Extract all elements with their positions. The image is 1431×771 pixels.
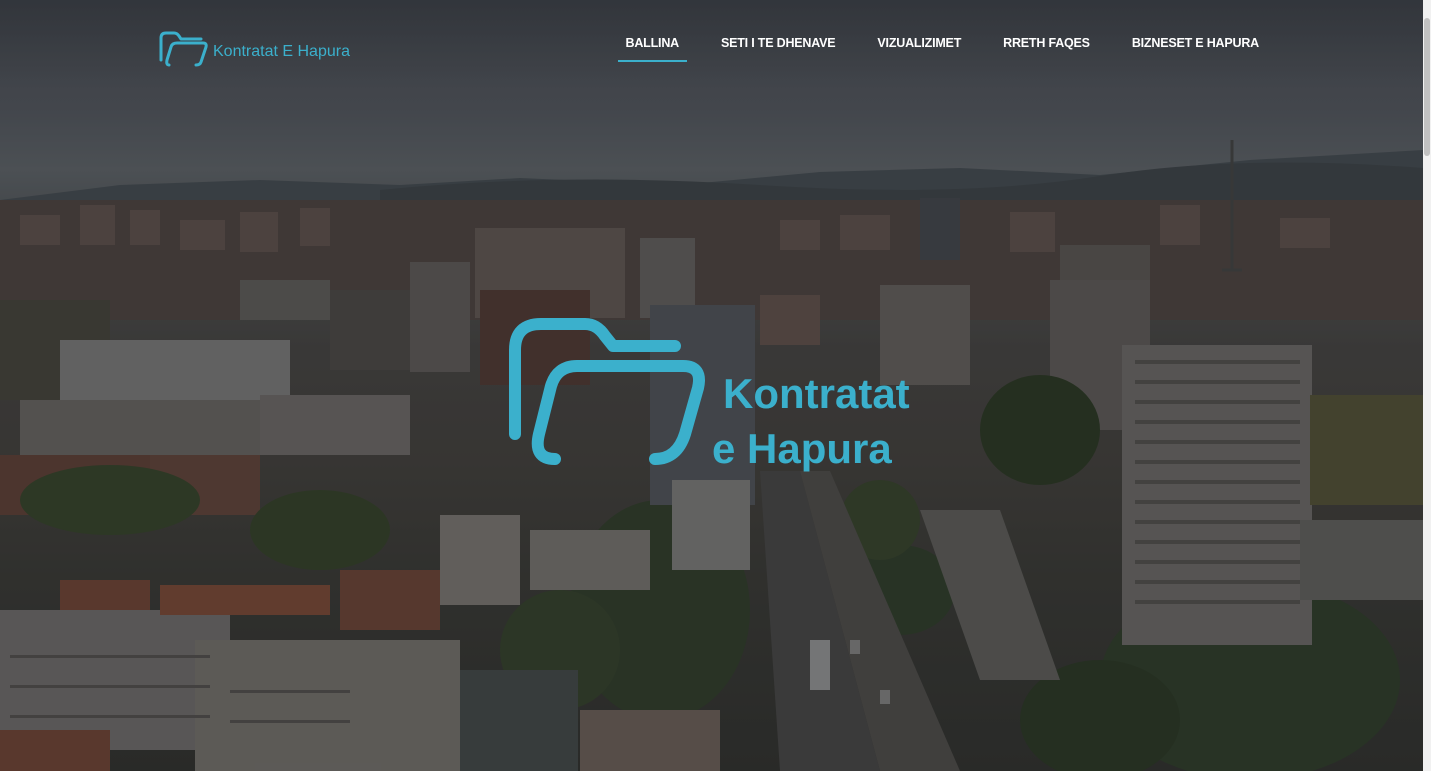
- brand-name: Kontratat E Hapura: [213, 42, 350, 60]
- hero-title-line2: e Hapura: [712, 425, 892, 472]
- hero-title: Kontratat e Hapura: [712, 366, 910, 476]
- page-scrollbar[interactable]: [1423, 0, 1431, 771]
- hero-folder-icon: [505, 316, 705, 471]
- brand-logo[interactable]: Kontratat E Hapura: [157, 30, 350, 73]
- nav-item-seti-i-te-dhenave[interactable]: SETI I TE DHENAVE: [713, 36, 843, 62]
- folder-outline-icon: [157, 30, 209, 73]
- nav-item-ballina[interactable]: BALLINA: [617, 36, 687, 62]
- scrollbar-thumb[interactable]: [1424, 18, 1430, 156]
- hero-title-line1: Kontratat: [723, 370, 910, 417]
- nav-item-bizneset-e-hapura[interactable]: BIZNESET E HAPURA: [1124, 36, 1267, 62]
- main-nav: BALLINA SETI I TE DHENAVE VIZUALIZIMET R…: [592, 36, 1267, 62]
- nav-item-vizualizimet[interactable]: VIZUALIZIMET: [869, 36, 969, 62]
- nav-item-rreth-faqes[interactable]: RRETH FAQES: [995, 36, 1098, 62]
